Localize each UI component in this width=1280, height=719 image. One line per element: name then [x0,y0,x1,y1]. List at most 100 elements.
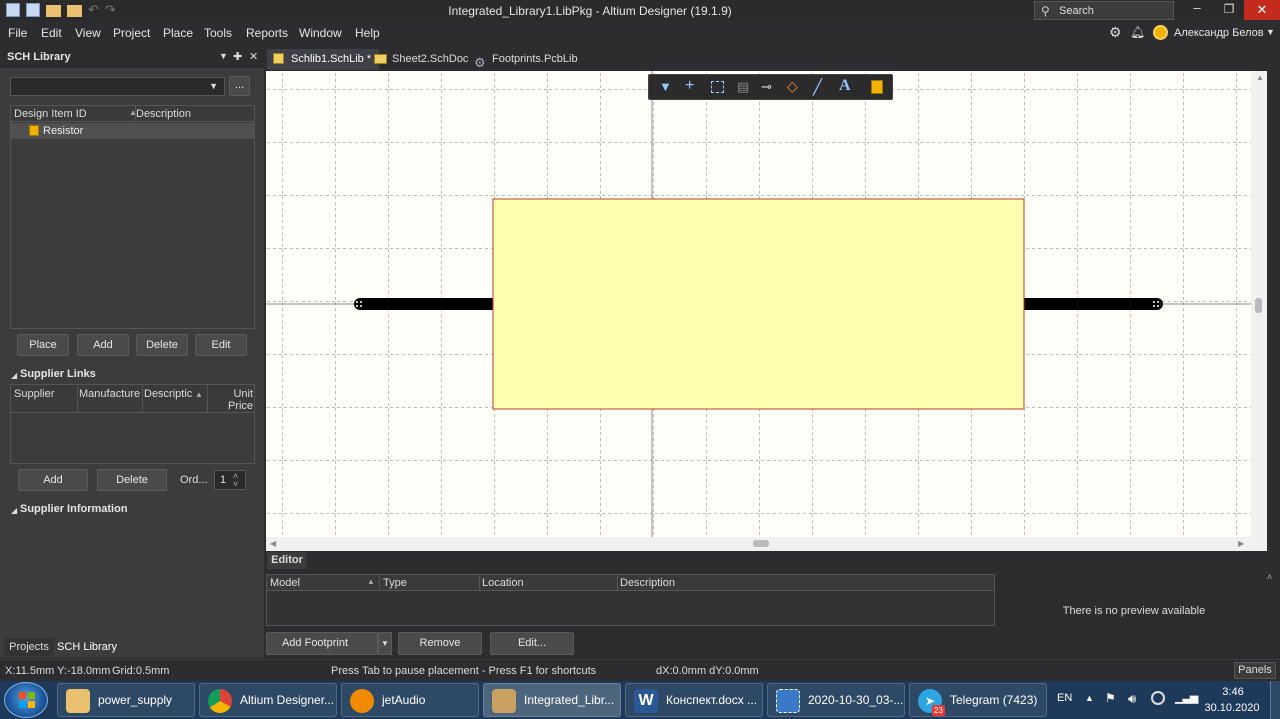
pin-icon[interactable]: ✚ [233,50,242,63]
place-button[interactable]: Place [17,334,69,356]
task-power-supply[interactable]: power_supply [57,683,195,717]
horizontal-scrollbar[interactable]: ◀ ▶ [266,537,1251,551]
start-button[interactable] [4,682,48,718]
column-description[interactable]: Descriptic [144,388,196,400]
clock-time[interactable]: 3:46 [1205,686,1261,698]
scroll-thumb[interactable] [1255,298,1262,313]
browse-button[interactable]: ... [229,76,250,96]
user-dropdown-icon[interactable]: ▼ [1266,27,1275,37]
volume-icon[interactable]: 🔊︎ [1128,691,1136,707]
menu-edit[interactable]: Edit [41,26,62,40]
tray-app-icon[interactable] [1151,691,1165,705]
item-id: Resistor [43,125,84,137]
schematic-canvas[interactable]: ▼ + ▤ ⊸ ◇ ╱ A [266,71,1251,537]
task-label: Integrated_Libr... [524,693,615,707]
scroll-thumb[interactable] [753,540,769,547]
panels-button[interactable]: Panels [1234,662,1276,679]
expand-icon[interactable]: ˄ [1267,572,1272,582]
filter-icon[interactable]: ▼ [659,79,672,94]
task-screenshot[interactable]: 2020-10-30_03-... [767,683,905,717]
search-box[interactable]: ⚲ Search [1034,1,1174,20]
menu-place[interactable]: Place [163,26,193,40]
user-name[interactable]: Александр Белов [1174,27,1264,39]
tray-expand-icon[interactable]: ▲ [1085,693,1094,703]
text-icon[interactable]: A [839,77,851,95]
collapse-icon[interactable]: ◢ [11,506,17,515]
task-chrome[interactable]: Altium Designer... [199,683,337,717]
language-indicator[interactable]: EN [1057,692,1072,704]
network-icon[interactable]: ▁▃▅ [1175,691,1198,704]
menu-tools[interactable]: Tools [204,26,232,40]
column-type[interactable]: Type [383,577,407,589]
move-icon[interactable]: + [685,77,694,95]
add-footprint-button[interactable]: Add Footprint [266,632,378,655]
task-altium[interactable]: Integrated_Libr... [483,683,621,717]
notification-bell-icon[interactable]: 🔔︎ [1130,25,1145,39]
models-header: Model ▲ Type Location Description [267,575,994,591]
part-icon[interactable] [871,80,883,94]
supplier-information-title[interactable]: Supplier Information [20,503,128,515]
collapse-icon[interactable]: ◢ [11,371,17,380]
column-manufacturer[interactable]: Manufacture [79,388,140,400]
supplier-links-title[interactable]: Supplier Links [20,368,96,380]
column-location[interactable]: Location [482,577,524,589]
show-desktop-button[interactable] [1270,681,1280,719]
restore-button[interactable]: ❐ [1214,0,1244,20]
supplier-links-table: Supplier Manufacture Descriptic ▲ Unit P… [10,384,255,464]
place-pin-icon[interactable]: ⊸ [761,79,772,95]
scroll-up-icon[interactable]: ▲ [1256,73,1264,82]
task-jetaudio[interactable]: jetAudio [341,683,479,717]
select-icon[interactable] [711,81,724,93]
menu-file[interactable]: File [8,26,27,40]
tab-sheet2[interactable]: Sheet2.SchDoc [368,49,476,70]
line-icon[interactable]: ╱ [813,78,822,96]
menu-bar: File Edit View Project Place Tools Repor… [0,21,1280,45]
tab-schlib[interactable]: Schlib1.SchLib * [267,49,380,70]
menu-view[interactable]: View [75,26,101,40]
clock-date[interactable]: 30.10.2020 [1199,702,1265,714]
edit-model-button[interactable]: Edit... [490,632,574,655]
column-unit-price[interactable]: Unit Price [221,388,253,412]
remove-button[interactable]: Remove [398,632,482,655]
column-design-item-id[interactable]: Design Item ID [14,108,87,120]
panel-menu-icon[interactable]: ▼ [219,51,228,61]
order-spinner[interactable]: 1 ˄ ˅ [214,470,246,490]
menu-project[interactable]: Project [113,26,150,40]
panel-close-icon[interactable]: ✕ [249,50,258,63]
editor-tab[interactable]: Editor [267,552,307,569]
ieee-symbol-icon[interactable]: ◇ [787,78,798,95]
spinner-arrows-icon[interactable]: ˄ ˅ [233,472,238,489]
filter-combobox[interactable]: ▼ [10,77,225,96]
delete-button[interactable]: Delete [136,334,188,356]
tab-footprints[interactable]: ⚙ Footprints.PcbLib [468,49,586,70]
folder-icon [66,689,90,713]
list-item[interactable]: Resistor [11,123,254,139]
column-model[interactable]: Model [270,577,300,589]
supplier-delete-button[interactable]: Delete [97,469,167,491]
scroll-left-icon[interactable]: ◀ [270,539,276,548]
column-description[interactable]: Description [620,577,675,589]
minimize-button[interactable]: – [1180,0,1214,20]
model-editor-panel: Editor Model ▲ Type Location Description… [264,552,1280,658]
close-button[interactable]: ✕ [1244,0,1280,20]
action-center-icon[interactable]: ⚑ [1105,691,1116,705]
user-avatar[interactable] [1153,25,1168,40]
column-description[interactable]: Description [136,108,191,120]
edit-button[interactable]: Edit [195,334,247,356]
tab-projects[interactable]: Projects [4,638,54,656]
menu-window[interactable]: Window [299,26,342,40]
task-word[interactable]: W Конспект.docx ... [625,683,763,717]
task-telegram[interactable]: ➤ 23 Telegram (7423) [909,683,1047,717]
align-icon[interactable]: ▤ [737,79,749,95]
menu-reports[interactable]: Reports [246,26,288,40]
add-button[interactable]: Add [77,334,129,356]
tab-sch-library[interactable]: SCH Library [54,638,120,656]
altium-icon [492,689,516,713]
menu-help[interactable]: Help [355,26,380,40]
gear-icon[interactable]: ⚙ [1109,24,1122,41]
supplier-add-button[interactable]: Add [18,469,88,491]
column-supplier[interactable]: Supplier [14,388,54,400]
vertical-scrollbar[interactable]: ▲ [1251,71,1267,551]
add-footprint-dropdown-icon[interactable]: ▼ [378,632,392,655]
scroll-right-icon[interactable]: ▶ [1238,539,1244,548]
